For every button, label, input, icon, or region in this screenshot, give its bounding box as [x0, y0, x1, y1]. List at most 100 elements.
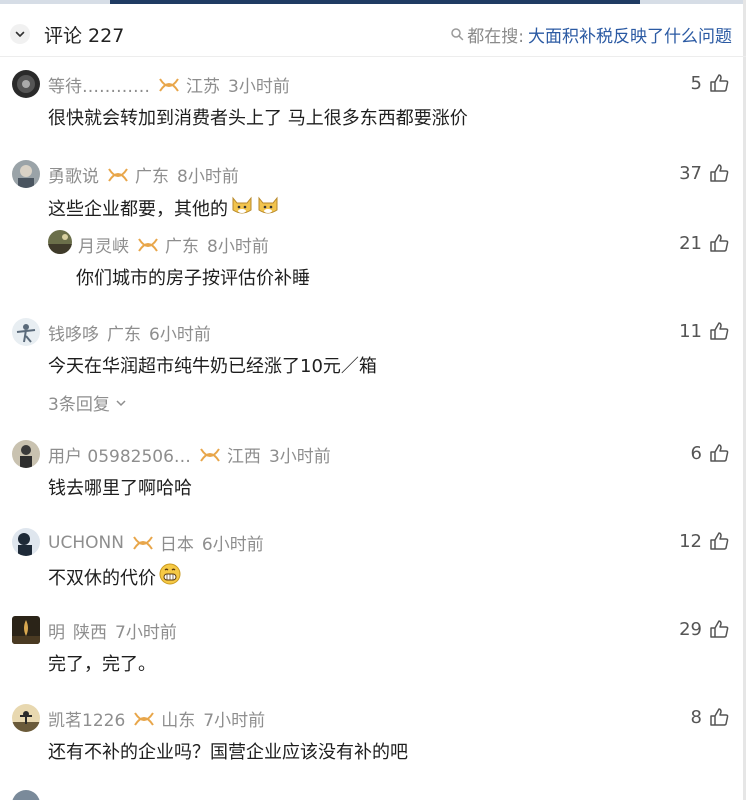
comment-item: 勇歌说 广东 8小时前 这些企业都要，其他的 37 月灵峡 广东 8小时前 你们…	[0, 154, 746, 304]
reply-text: 你们城市的房子按评估价补睡	[76, 268, 310, 289]
thumbs-up-icon	[710, 322, 729, 340]
comment-item: 明 陕西 7小时前 完了，完了。 29	[0, 610, 746, 690]
chevron-down-icon	[116, 399, 126, 406]
comments-title: 评论 227	[44, 24, 125, 47]
avatar[interactable]	[12, 70, 40, 98]
username[interactable]: UCHONN	[48, 533, 124, 553]
like-button[interactable]: 37	[679, 162, 730, 184]
avatar[interactable]	[12, 160, 40, 188]
location: 日本	[159, 535, 194, 555]
comment-text: 完了，完了。	[48, 654, 156, 675]
thumbs-up-icon	[710, 74, 729, 92]
comment-item: 钱哆哆 广东 6小时前 今天在华润超市纯牛奶已经涨了10元／箱 3条回复 11	[0, 312, 746, 422]
thumbs-up-icon	[710, 620, 729, 638]
timestamp: 8小时前	[207, 237, 269, 257]
username[interactable]: 钱哆哆	[48, 320, 99, 345]
comment-item-partial	[0, 790, 746, 800]
vip-badge-icon	[107, 167, 129, 183]
timestamp: 7小时前	[115, 623, 177, 643]
username[interactable]: 凯茗1226	[48, 706, 125, 731]
like-button[interactable]: 21	[679, 232, 730, 254]
collapse-button[interactable]	[10, 24, 30, 44]
comment-meta: 勇歌说 广东 8小时前	[48, 162, 239, 187]
username[interactable]: 明	[48, 618, 65, 643]
like-button[interactable]: 5	[691, 72, 730, 94]
username[interactable]: 勇歌说	[48, 162, 99, 187]
top-accent	[110, 0, 640, 4]
comment-item: UCHONN 日本 6小时前 不双休的代价 12	[0, 522, 746, 602]
comment-content: 这些企业都要，其他的	[48, 194, 280, 221]
view-replies-button[interactable]: 3条回复	[48, 390, 128, 415]
location: 广东	[135, 167, 169, 187]
comment-meta: 等待………… 江苏 3小时前	[48, 72, 290, 97]
like-count: 29	[679, 618, 702, 640]
vip-badge-icon	[158, 77, 180, 93]
comment-meta: UCHONN 日本 6小时前	[48, 530, 264, 556]
like-count: 5	[690, 72, 702, 94]
comment-item: 凯茗1226 山东 7小时前 还有不补的企业吗？国营企业应该没有补的吧 8	[0, 698, 746, 778]
timestamp: 8小时前	[177, 167, 239, 187]
like-button[interactable]: 6	[691, 442, 730, 464]
comment-text: 不双休的代价	[48, 567, 156, 589]
search-prefix: 都在搜:	[467, 26, 524, 47]
avatar[interactable]	[48, 230, 72, 254]
trending-search[interactable]: 都在搜: 大面积补税反映了什么问题	[450, 22, 732, 47]
thumbs-up-icon	[710, 444, 729, 462]
avatar[interactable]	[12, 616, 40, 644]
location: 江苏	[186, 77, 220, 97]
location: 陕西	[73, 623, 107, 643]
comment-meta: 明 陕西 7小时前	[48, 618, 177, 643]
like-count: 6	[690, 442, 702, 464]
like-button[interactable]: 29	[679, 618, 730, 640]
comment-text: 钱去哪里了啊哈哈	[48, 478, 192, 499]
avatar[interactable]	[12, 528, 40, 556]
comments-header: 评论 227 都在搜: 大面积补税反映了什么问题	[0, 12, 746, 57]
doge-emoji	[230, 194, 254, 221]
location: 山东	[161, 711, 196, 731]
vip-badge-icon	[137, 237, 159, 253]
comment-meta: 凯茗1226 山东 7小时前	[48, 706, 265, 731]
search-topic-link[interactable]: 大面积补税反映了什么问题	[528, 22, 732, 47]
username[interactable]: 月灵峡	[78, 232, 129, 257]
thumbs-up-icon	[710, 708, 729, 726]
like-button[interactable]: 12	[679, 530, 730, 552]
like-button[interactable]: 11	[679, 320, 730, 342]
thumbs-up-icon	[710, 234, 729, 252]
username[interactable]: 用户 05982506…	[48, 442, 191, 467]
like-count: 12	[679, 530, 702, 552]
timestamp: 3小时前	[228, 77, 290, 97]
like-button[interactable]: 8	[691, 706, 730, 728]
comment-text: 今天在华润超市纯牛奶已经涨了10元／箱	[48, 356, 377, 377]
comment-item: 用户 05982506… 江西 3小时前 钱去哪里了啊哈哈 6	[0, 434, 746, 514]
comment-text: 很快就会转加到消费者头上了 马上很多东西都要涨价	[48, 108, 468, 129]
timestamp: 3小时前	[268, 447, 331, 467]
vip-badge-icon	[133, 711, 155, 727]
like-count: 11	[679, 320, 702, 342]
search-icon	[451, 28, 464, 41]
timestamp: 6小时前	[201, 535, 264, 555]
avatar[interactable]	[12, 318, 40, 346]
like-count: 37	[679, 162, 702, 184]
comment-text: 这些企业都要，其他的	[48, 198, 228, 220]
location: 广东	[165, 237, 199, 257]
username[interactable]: 等待…………	[48, 72, 150, 97]
timestamp: 7小时前	[203, 711, 266, 731]
avatar[interactable]	[12, 790, 40, 800]
avatar[interactable]	[12, 704, 40, 732]
comment-item: 等待………… 江苏 3小时前 很快就会转加到消费者头上了 马上很多东西都要涨价 …	[0, 64, 746, 144]
timestamp: 6小时前	[149, 325, 211, 345]
comment-meta: 用户 05982506… 江西 3小时前	[48, 442, 331, 467]
vip-badge-icon	[199, 447, 221, 463]
like-count: 21	[679, 232, 702, 254]
doge-emoji	[256, 194, 280, 221]
comment-content: 不双休的代价	[48, 562, 182, 591]
like-count: 8	[690, 706, 702, 728]
top-strip	[0, 0, 746, 4]
avatar[interactable]	[12, 440, 40, 468]
location: 江西	[226, 447, 261, 467]
chevron-down-icon	[15, 31, 25, 37]
reply-meta: 月灵峡 广东 8小时前	[78, 232, 269, 257]
comment-meta: 钱哆哆 广东 6小时前	[48, 320, 211, 345]
thumbs-up-icon	[710, 164, 729, 182]
location: 广东	[107, 325, 141, 345]
